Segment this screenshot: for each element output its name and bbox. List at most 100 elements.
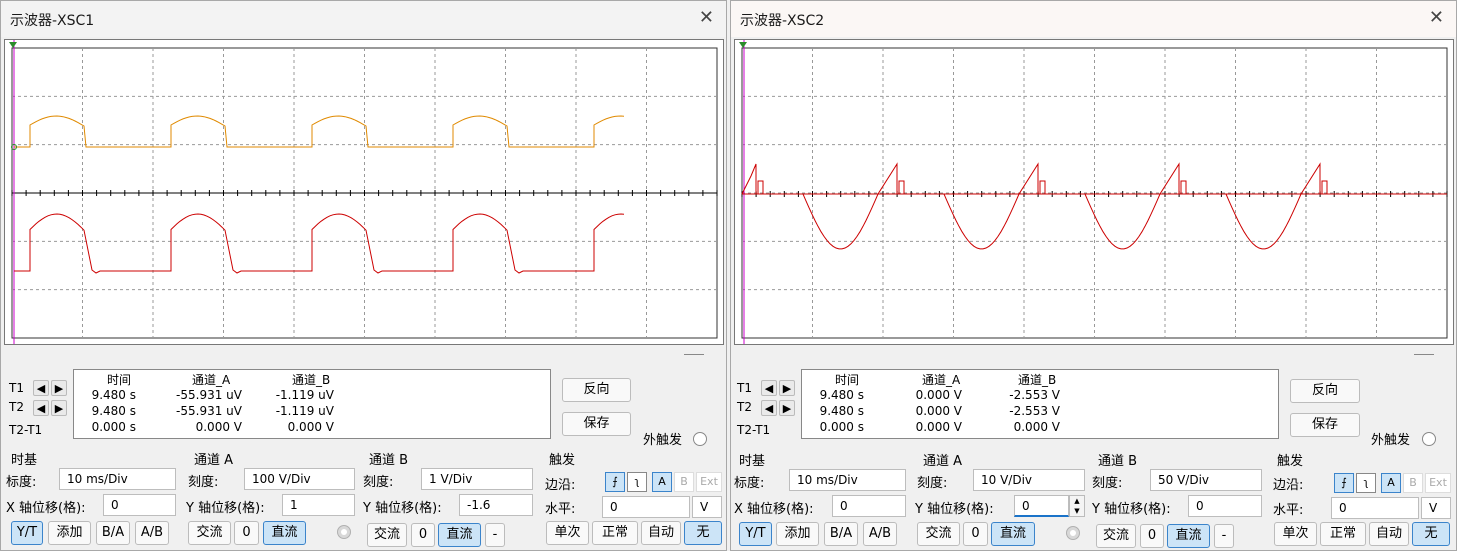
oscilloscope-window-xsc2: 示波器-XSC2 ✕ T1 T2 T2-T1 ◀ ▶ ◀ ▶ 时间 通道_A 通…	[730, 0, 1457, 551]
trigger-source-a[interactable]: A	[652, 472, 672, 492]
cursor-marker-icon	[739, 42, 747, 48]
trigger-none-button[interactable]: 无	[1412, 522, 1450, 546]
trigger-source-b[interactable]: B	[674, 472, 694, 492]
channel-a-title: 通道 A	[194, 453, 234, 468]
mode-yt-button[interactable]: Y/T	[739, 522, 772, 546]
t1-left-arrow-icon[interactable]: ◀	[761, 380, 777, 396]
trigger-source-ext[interactable]: Ext	[696, 472, 722, 492]
trigger-single-button[interactable]: 单次	[546, 521, 589, 545]
t1-right-arrow-icon[interactable]: ▶	[779, 380, 795, 396]
channel-a-ypos-field[interactable]: 0	[1014, 495, 1069, 517]
timebase-title: 时基	[11, 453, 38, 468]
trigger-none-button[interactable]: 无	[684, 521, 722, 545]
t2-left-arrow-icon[interactable]: ◀	[33, 400, 49, 416]
title-bar[interactable]: 示波器-XSC2 ✕	[731, 1, 1456, 37]
t1-right-arrow-icon[interactable]: ▶	[51, 380, 67, 396]
channel-a-ypos-label: Y 轴位移(格):	[915, 502, 994, 517]
trigger-single-button[interactable]: 单次	[1274, 522, 1317, 546]
ext-trigger-radio[interactable]	[1422, 432, 1436, 446]
scope-grid-svg	[739, 40, 1448, 344]
channel-a-zero-button[interactable]: 0	[234, 521, 259, 545]
cursor-marker-icon	[9, 42, 17, 48]
channel-b-dc-button[interactable]: 直流	[438, 523, 481, 547]
delta-time: 0.000 s	[819, 420, 864, 434]
channel-b-zero-button[interactable]: 0	[411, 523, 435, 547]
timebase-title: 时基	[739, 454, 766, 469]
trigger-auto-button[interactable]: 自动	[1369, 522, 1409, 546]
channel-b-dc-button[interactable]: 直流	[1167, 524, 1210, 548]
channel-a-ypos-spinner-icon[interactable]: ▲ ▼	[1069, 495, 1085, 517]
mode-add-button[interactable]: 添加	[48, 521, 91, 545]
channel-a-ypos-label: Y 轴位移(格):	[186, 501, 265, 516]
trigger-auto-button[interactable]: 自动	[641, 521, 681, 545]
trigger-source-a[interactable]: A	[1381, 473, 1401, 493]
reverse-button[interactable]: 反向	[562, 378, 631, 402]
mode-add-button[interactable]: 添加	[776, 522, 819, 546]
t1-time: 9.480 s	[819, 388, 864, 402]
channel-a-scale-field[interactable]: 100 V/Div	[244, 468, 355, 490]
falling-edge-icon[interactable]: ʅ	[627, 472, 647, 492]
t1-label: T1	[9, 381, 24, 395]
trigger-level-field[interactable]: 0	[1331, 497, 1419, 519]
channel-b-invert-button[interactable]: -	[485, 523, 505, 547]
t1-channel-b: -2.553 V	[1009, 388, 1060, 402]
channel-b-ac-button[interactable]: 交流	[367, 523, 407, 547]
channel-a-zero-button[interactable]: 0	[963, 522, 988, 546]
channel-a-scale-field[interactable]: 10 V/Div	[973, 469, 1085, 491]
trigger-source-ext[interactable]: Ext	[1425, 473, 1451, 493]
mode-ba-button[interactable]: B/A	[824, 522, 858, 546]
trigger-title: 触发	[549, 453, 576, 468]
t2-right-arrow-icon[interactable]: ▶	[51, 400, 67, 416]
ext-trigger-radio[interactable]	[693, 432, 707, 446]
channel-b-ypos-field[interactable]: -1.6	[459, 494, 533, 516]
channel-b-ypos-label: Y 轴位移(格):	[1092, 502, 1171, 517]
channel-a-dc-button[interactable]: 直流	[263, 521, 306, 545]
delta-channel-b: 0.000 V	[1013, 420, 1060, 434]
x-position-field[interactable]: 0	[103, 494, 176, 516]
channel-b-ypos-field[interactable]: 0	[1188, 495, 1262, 517]
save-button[interactable]: 保存	[1290, 413, 1360, 437]
t1-left-arrow-icon[interactable]: ◀	[33, 380, 49, 396]
channel-a-color-icon[interactable]	[1066, 526, 1080, 540]
rising-edge-icon[interactable]: ⨍	[605, 472, 625, 492]
trigger-level-unit: V	[692, 496, 722, 518]
collapse-handle[interactable]	[684, 354, 704, 356]
trigger-level-unit: V	[1421, 497, 1451, 519]
timebase-scale-field[interactable]: 10 ms/Div	[59, 468, 176, 490]
trigger-source-b[interactable]: B	[1403, 473, 1423, 493]
timebase-scale-field[interactable]: 10 ms/Div	[789, 469, 906, 491]
channel-b-zero-button[interactable]: 0	[1140, 524, 1164, 548]
trigger-level-label: 水平:	[1273, 503, 1304, 518]
mode-yt-button[interactable]: Y/T	[11, 521, 43, 545]
channel-b-scale-field[interactable]: 50 V/Div	[1150, 469, 1262, 491]
channel-a-color-icon[interactable]	[337, 525, 351, 539]
reverse-button[interactable]: 反向	[1290, 379, 1360, 403]
rising-edge-icon[interactable]: ⨍	[1334, 473, 1354, 493]
x-position-field[interactable]: 0	[832, 495, 906, 517]
t2-left-arrow-icon[interactable]: ◀	[761, 400, 777, 416]
falling-edge-icon[interactable]: ʅ	[1356, 473, 1376, 493]
window-title: 示波器-XSC2	[740, 13, 825, 29]
channel-a-ac-button[interactable]: 交流	[917, 522, 960, 546]
channel-a-dc-button[interactable]: 直流	[991, 522, 1035, 546]
channel-a-scale-label: 刻度:	[917, 476, 948, 491]
mode-ab-button[interactable]: A/B	[135, 521, 169, 545]
trigger-level-field[interactable]: 0	[602, 496, 690, 518]
close-icon[interactable]: ✕	[699, 7, 714, 28]
channel-a-ac-button[interactable]: 交流	[188, 521, 231, 545]
trigger-normal-button[interactable]: 正常	[592, 521, 638, 545]
t2-label: T2	[9, 400, 24, 414]
close-icon[interactable]: ✕	[1429, 7, 1444, 28]
save-button[interactable]: 保存	[562, 412, 631, 436]
title-bar[interactable]: 示波器-XSC1 ✕	[1, 1, 726, 37]
trigger-normal-button[interactable]: 正常	[1320, 522, 1366, 546]
channel-a-ypos-field[interactable]: 1	[282, 494, 355, 516]
mode-ab-button[interactable]: A/B	[863, 522, 897, 546]
channel-b-invert-button[interactable]: -	[1214, 524, 1234, 548]
t2-right-arrow-icon[interactable]: ▶	[779, 400, 795, 416]
window-title: 示波器-XSC1	[10, 13, 95, 29]
channel-b-scale-field[interactable]: 1 V/Div	[421, 468, 533, 490]
channel-b-ac-button[interactable]: 交流	[1096, 524, 1136, 548]
mode-ba-button[interactable]: B/A	[96, 521, 130, 545]
collapse-handle[interactable]	[1414, 354, 1434, 356]
